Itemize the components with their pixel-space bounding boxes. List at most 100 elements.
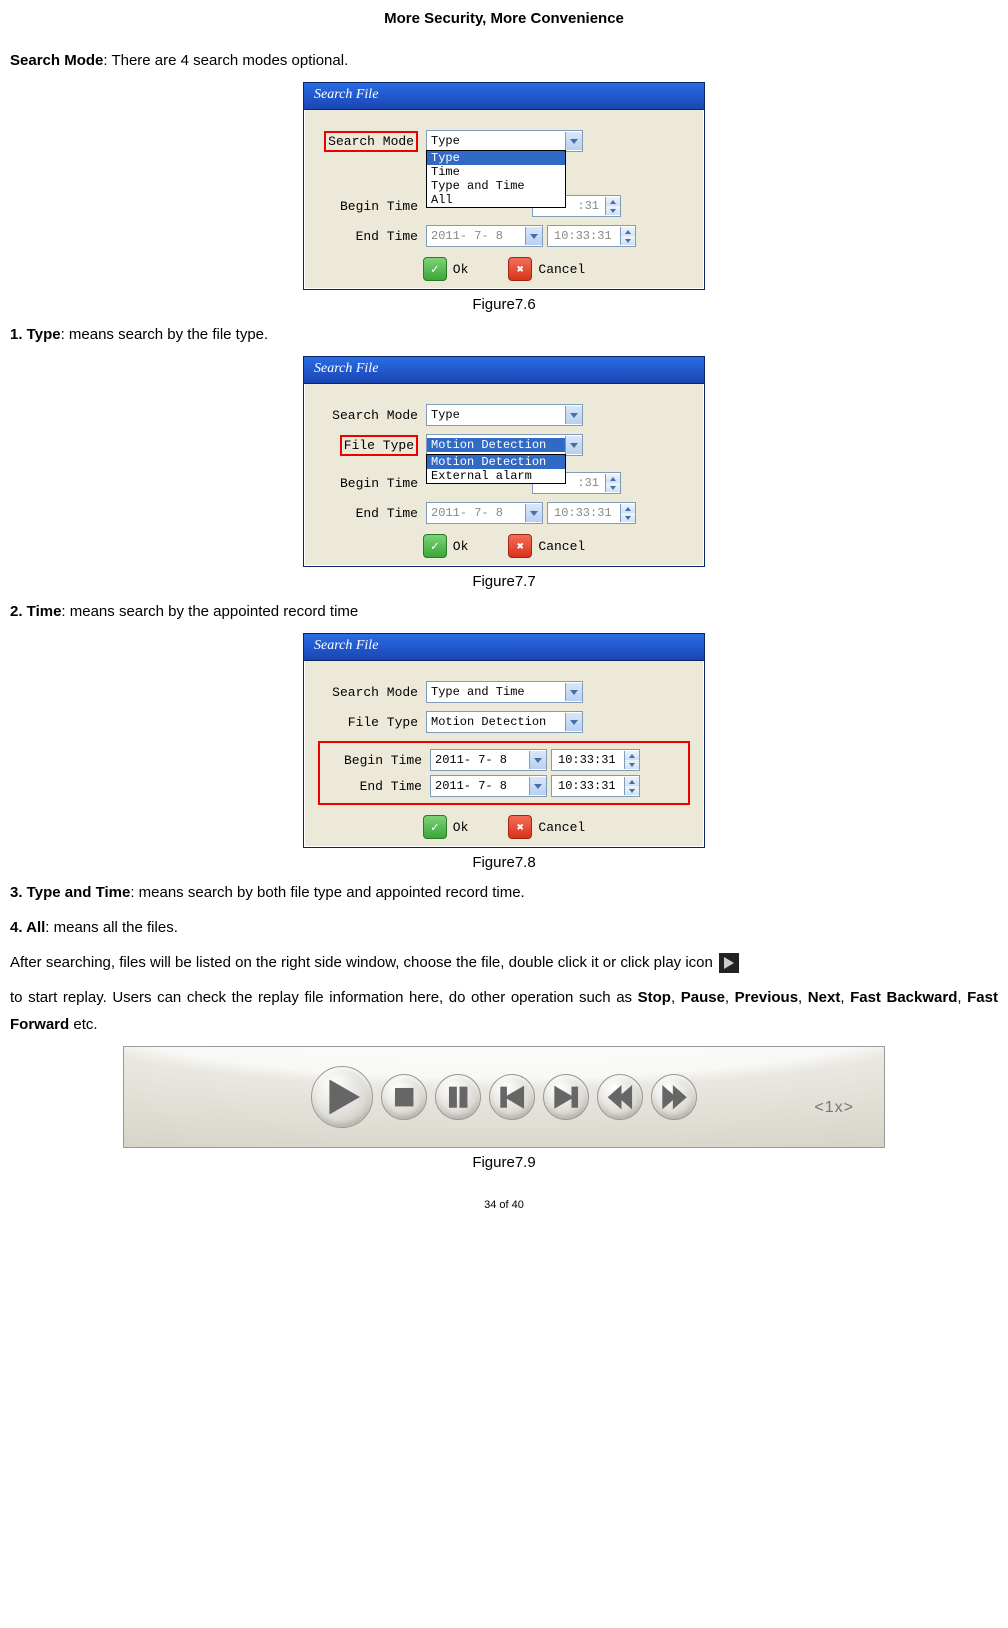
figure-7-8: Search File Search Mode Type and Time Fi… bbox=[10, 633, 998, 848]
figure-caption: Figure7.9 bbox=[10, 1154, 998, 1171]
time-spinner[interactable] bbox=[624, 777, 639, 795]
label-begin-time: Begin Time bbox=[318, 476, 426, 491]
ok-button[interactable]: Ok bbox=[423, 257, 469, 281]
intro-label: Search Mode bbox=[10, 52, 103, 69]
end-time-value: 10:33:31 bbox=[552, 779, 624, 793]
dropdown-option[interactable]: Motion Detection bbox=[427, 455, 565, 469]
label-search-mode: Search Mode bbox=[318, 408, 426, 423]
row-end-time: End Time 2011- 7- 8 10:33:31 bbox=[318, 502, 690, 524]
file-type-combo[interactable]: Motion Detection bbox=[426, 711, 583, 733]
after-text: After searching, files will be listed on… bbox=[10, 954, 713, 971]
begin-time-field[interactable]: 10:33:31 bbox=[551, 749, 640, 771]
label-begin-time: Begin Time bbox=[318, 199, 426, 214]
row-end-time: End Time 2011- 7- 8 10:33:31 bbox=[322, 775, 686, 797]
begin-time-value: 10:33:31 bbox=[552, 753, 624, 767]
ok-button[interactable]: Ok bbox=[423, 815, 469, 839]
dropdown-option[interactable]: All bbox=[427, 193, 565, 207]
dialog-titlebar: Search File bbox=[304, 634, 704, 661]
label-file-type: File Type bbox=[318, 715, 426, 730]
figure-caption: Figure7.8 bbox=[10, 854, 998, 871]
check-icon bbox=[423, 257, 447, 281]
fast-forward-button[interactable] bbox=[651, 1074, 697, 1120]
end-date-combo[interactable]: 2011- 7- 8 bbox=[426, 225, 543, 247]
cancel-button[interactable]: Cancel bbox=[508, 257, 585, 281]
time-text: : means search by the appointed record t… bbox=[61, 603, 358, 620]
chevron-down-icon[interactable] bbox=[565, 713, 582, 731]
chevron-down-icon[interactable] bbox=[529, 777, 546, 795]
chevron-down-icon[interactable] bbox=[565, 406, 582, 424]
end-time-field[interactable]: 10:33:31 bbox=[547, 225, 636, 247]
cancel-button[interactable]: Cancel bbox=[508, 534, 585, 558]
chevron-down-icon[interactable] bbox=[525, 227, 542, 245]
end-date-combo[interactable]: 2011- 7- 8 bbox=[430, 775, 547, 797]
row-search-mode: Search Mode Type bbox=[318, 404, 690, 426]
intro-para: Search Mode: There are 4 search modes op… bbox=[10, 47, 998, 74]
dropdown-option[interactable]: Type and Time bbox=[427, 179, 565, 193]
previous-button[interactable] bbox=[489, 1074, 535, 1120]
search-mode-value: Type and Time bbox=[427, 685, 565, 699]
time-spinner[interactable] bbox=[620, 227, 635, 245]
label-end-time: End Time bbox=[318, 229, 426, 244]
type-para: 1. Type: means search by the file type. bbox=[10, 321, 998, 348]
end-date-value: 2011- 7- 8 bbox=[431, 779, 529, 793]
figure-7-6: Search File Search Mode Type Type Time T… bbox=[10, 82, 998, 290]
end-time-value: 10:33:31 bbox=[548, 229, 620, 243]
fast-backward-button[interactable] bbox=[597, 1074, 643, 1120]
play-icon bbox=[719, 953, 739, 973]
after-para-2: to start replay. Users can check the rep… bbox=[10, 984, 998, 1038]
dropdown-option[interactable]: Type bbox=[427, 151, 565, 165]
playback-controls: <1x> bbox=[123, 1046, 885, 1148]
time-spinner[interactable] bbox=[620, 504, 635, 522]
cancel-button[interactable]: Cancel bbox=[508, 815, 585, 839]
row-file-type: File Type Motion Detection bbox=[318, 711, 690, 733]
chevron-down-icon[interactable] bbox=[525, 504, 542, 522]
end-date-value: 2011- 7- 8 bbox=[427, 506, 525, 520]
search-mode-combo[interactable]: Type bbox=[426, 404, 583, 426]
play-button[interactable] bbox=[311, 1066, 373, 1128]
dropdown-option[interactable]: External alarm bbox=[427, 469, 565, 483]
type-text: : means search by the file type. bbox=[61, 326, 269, 343]
row-search-mode: Search Mode Type and Time bbox=[318, 681, 690, 703]
next-button[interactable] bbox=[543, 1074, 589, 1120]
ok-label: Ok bbox=[453, 539, 469, 554]
search-file-dialog: Search File Search Mode Type File Type bbox=[303, 356, 705, 567]
chevron-down-icon[interactable] bbox=[565, 683, 582, 701]
time-spinner[interactable] bbox=[624, 751, 639, 769]
check-icon bbox=[423, 815, 447, 839]
ok-label: Ok bbox=[453, 262, 469, 277]
close-icon bbox=[508, 257, 532, 281]
chevron-down-icon[interactable] bbox=[529, 751, 546, 769]
all-label: 4. All bbox=[10, 919, 45, 936]
page-number: 34 of 40 bbox=[0, 1199, 1008, 1211]
file-type-combo[interactable]: Motion Detection bbox=[426, 434, 583, 456]
end-time-field[interactable]: 10:33:31 bbox=[547, 502, 636, 524]
chevron-down-icon[interactable] bbox=[565, 436, 582, 454]
end-time-field[interactable]: 10:33:31 bbox=[551, 775, 640, 797]
ok-label: Ok bbox=[453, 820, 469, 835]
file-type-dropdown[interactable]: Motion Detection External alarm bbox=[426, 454, 566, 484]
ok-button[interactable]: Ok bbox=[423, 534, 469, 558]
figure-7-7: Search File Search Mode Type File Type bbox=[10, 356, 998, 567]
type-and-time-label: 3. Type and Time bbox=[10, 884, 130, 901]
search-mode-combo[interactable]: Type bbox=[426, 130, 583, 152]
end-date-combo[interactable]: 2011- 7- 8 bbox=[426, 502, 543, 524]
figure-7-9: <1x> bbox=[10, 1046, 998, 1148]
time-spinner[interactable] bbox=[605, 197, 620, 215]
dialog-titlebar: Search File bbox=[304, 83, 704, 110]
search-mode-dropdown[interactable]: Type Time Type and Time All bbox=[426, 150, 566, 208]
time-spinner[interactable] bbox=[605, 474, 620, 492]
begin-date-combo[interactable]: 2011- 7- 8 bbox=[430, 749, 547, 771]
chevron-down-icon[interactable] bbox=[565, 132, 582, 150]
check-icon bbox=[423, 534, 447, 558]
stop-button[interactable] bbox=[381, 1074, 427, 1120]
row-begin-time: Begin Time 2011- 7- 8 10:33:31 bbox=[322, 749, 686, 771]
dropdown-option[interactable]: Time bbox=[427, 165, 565, 179]
after-para-1: After searching, files will be listed on… bbox=[10, 949, 998, 976]
label-file-type: File Type bbox=[318, 435, 426, 456]
pause-button[interactable] bbox=[435, 1074, 481, 1120]
search-mode-combo[interactable]: Type and Time bbox=[426, 681, 583, 703]
search-file-dialog: Search File Search Mode Type Type Time T… bbox=[303, 82, 705, 290]
time-label-bold: 2. Time bbox=[10, 603, 61, 620]
row-end-time: End Time 2011- 7- 8 10:33:31 bbox=[318, 225, 690, 247]
end-date-value: 2011- 7- 8 bbox=[427, 229, 525, 243]
